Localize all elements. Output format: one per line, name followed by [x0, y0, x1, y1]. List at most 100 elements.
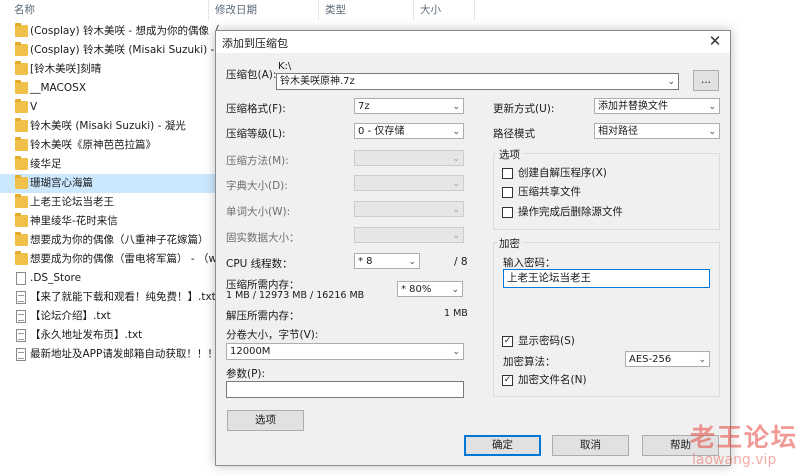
- format-select[interactable]: 7z ⌄: [354, 98, 464, 114]
- dictionary-size-label: 字典大小(D):: [226, 180, 288, 192]
- solid-block-label: 固实数据大小：: [226, 232, 300, 244]
- delete-after-checkbox[interactable]: 操作完成后删除源文件: [502, 206, 623, 220]
- split-size-label: 分卷大小，字节(V):: [226, 329, 319, 341]
- column-size[interactable]: 大小: [420, 0, 441, 20]
- update-mode-select[interactable]: 添加并替换文件 ⌄: [594, 98, 720, 114]
- encrypt-filenames-checkbox[interactable]: ✓ 加密文件名(N): [502, 374, 587, 388]
- column-type[interactable]: 类型: [325, 0, 346, 20]
- chevron-down-icon: ⌄: [452, 127, 460, 137]
- file-list-item[interactable]: V: [0, 98, 240, 117]
- file-name: (Cosplay) 铃木美咲 (Misaki Suzuki) - 想...: [30, 44, 239, 56]
- file-list-item[interactable]: 绫华足: [0, 155, 240, 174]
- column-date-modified[interactable]: 修改日期: [215, 0, 257, 20]
- ok-button[interactable]: 确定: [464, 435, 541, 456]
- dialog-titlebar[interactable]: 添加到压缩包 ✕: [216, 31, 730, 53]
- cancel-button[interactable]: 取消: [552, 435, 629, 456]
- folder-icon: [15, 118, 28, 132]
- column-name[interactable]: 名称: [14, 0, 35, 20]
- parameters-input[interactable]: [226, 381, 464, 398]
- text-file-icon: [16, 348, 26, 361]
- checkbox-box: [502, 207, 513, 218]
- file-list-item[interactable]: 想要成为你的偶像（八重神子花嫁篇）: [0, 231, 240, 250]
- file-list-item[interactable]: 上老王论坛当老王: [0, 193, 240, 212]
- update-mode-label: 更新方式(U):: [493, 103, 555, 115]
- file-list-item[interactable]: __MACOSX: [0, 79, 240, 98]
- column-divider[interactable]: [208, 0, 209, 20]
- dictionary-size-select[interactable]: ⌄: [354, 175, 464, 191]
- split-size-combo[interactable]: 12000M ⌄: [226, 343, 464, 360]
- encryption-method-select[interactable]: AES-256 ⌄: [625, 351, 710, 367]
- archive-name-combo[interactable]: 铃木美咲原神.7z ⌄: [276, 73, 679, 90]
- file-icon: [16, 272, 26, 285]
- chevron-down-icon: ⌄: [452, 154, 460, 164]
- add-to-archive-dialog: 添加到压缩包 ✕ 压缩包(A): K:\ 铃木美咲原神.7z ⌄ ... 压缩格…: [215, 30, 731, 466]
- memory-usage-select[interactable]: * 80% ⌄: [397, 281, 463, 297]
- level-select[interactable]: 0 - 仅存储 ⌄: [354, 123, 464, 139]
- column-divider[interactable]: [474, 0, 475, 20]
- parameters-label: 参数(P):: [226, 368, 266, 380]
- password-label: 输入密码：: [503, 257, 556, 269]
- chevron-down-icon: ⌄: [408, 257, 416, 267]
- archive-name-value: 铃木美咲原神.7z: [280, 76, 355, 87]
- file-list-item[interactable]: 想要成为你的偶像（雷电将军篇） - （w ...: [0, 250, 240, 269]
- cpu-threads-total: / 8: [454, 256, 468, 268]
- chevron-down-icon: ⌄: [452, 347, 460, 357]
- file-list-item[interactable]: 【永久地址发布页】.txt: [0, 326, 240, 345]
- browse-button[interactable]: ...: [693, 70, 719, 91]
- file-list-item[interactable]: 神里绫华-花时来信: [0, 212, 240, 231]
- file-list-item[interactable]: 铃木美咲 (Misaki Suzuki) - 凝光: [0, 117, 240, 136]
- chevron-down-icon: ⌄: [708, 102, 716, 112]
- chevron-down-icon: ⌄: [452, 179, 460, 189]
- cpu-threads-select[interactable]: * 8 ⌄: [354, 253, 420, 269]
- file-list-item[interactable]: [铃木美咲]刻晴: [0, 60, 240, 79]
- file-list-item[interactable]: 【论坛介绍】.txt: [0, 307, 240, 326]
- decompression-memory-value: 1 MB: [444, 308, 468, 319]
- file-list-item[interactable]: .DS_Store: [0, 269, 240, 288]
- decompression-memory-label: 解压所需内存：: [226, 310, 300, 322]
- folder-icon: [15, 23, 28, 37]
- column-divider[interactable]: [318, 0, 319, 20]
- word-size-select[interactable]: ⌄: [354, 201, 464, 217]
- close-icon[interactable]: ✕: [706, 33, 724, 51]
- file-list-item[interactable]: 【来了就能下载和观看！纯免费！】.txt: [0, 288, 240, 307]
- file-list-item[interactable]: 最新地址及APP请发邮箱自动获取！！！...: [0, 345, 240, 364]
- word-size-label: 单词大小(W):: [226, 206, 291, 218]
- folder-icon: [15, 137, 28, 151]
- folder-icon: [15, 213, 28, 227]
- archive-label: 压缩包(A):: [226, 69, 277, 81]
- encryption-group-title: 加密: [497, 236, 522, 251]
- show-password-checkbox[interactable]: ✓ 显示密码(S): [502, 335, 575, 349]
- memory-usage-value: * 80%: [401, 284, 432, 295]
- file-name: 想要成为你的偶像（雷电将军篇） - （w ...: [30, 253, 231, 265]
- file-list: (Cosplay) 铃木美咲 - 想成为你的偶像（... (Cosplay) 铃木…: [0, 22, 240, 364]
- checkmark-icon: ✓: [502, 375, 513, 386]
- file-name: 想要成为你的偶像（八重神子花嫁篇）: [30, 234, 209, 246]
- sfx-checkbox[interactable]: 创建自解压程序(X): [502, 167, 607, 181]
- chevron-down-icon[interactable]: ⌄: [667, 74, 675, 89]
- file-list-item[interactable]: 珊瑚宫心海篇: [0, 174, 240, 193]
- file-list-item[interactable]: 铃木美咲《原神芭芭拉篇》: [0, 136, 240, 155]
- path-mode-select[interactable]: 相对路径 ⌄: [594, 123, 720, 139]
- column-divider[interactable]: [413, 0, 414, 20]
- file-name: 【永久地址发布页】.txt: [30, 329, 143, 341]
- file-name: 【来了就能下载和观看！纯免费！】.txt: [30, 291, 216, 303]
- file-name: 绫华足: [30, 158, 62, 170]
- chevron-down-icon: ⌄: [452, 205, 460, 215]
- file-list-item[interactable]: (Cosplay) 铃木美咲 (Misaki Suzuki) - 想...: [0, 41, 240, 60]
- method-select[interactable]: ⌄: [354, 150, 464, 166]
- file-name: 铃木美咲《原神芭芭拉篇》: [30, 139, 156, 151]
- file-name: 铃木美咲 (Misaki Suzuki) - 凝光: [30, 120, 186, 132]
- shared-files-checkbox[interactable]: 压缩共享文件: [502, 186, 581, 200]
- file-list-item[interactable]: (Cosplay) 铃木美咲 - 想成为你的偶像（...: [0, 22, 240, 41]
- folder-icon: [15, 99, 28, 113]
- password-input[interactable]: 上老王论坛当老王: [503, 269, 710, 288]
- method-label: 压缩方法(M):: [226, 155, 289, 167]
- text-file-icon: [16, 291, 26, 304]
- folder-icon: [15, 80, 28, 94]
- solid-block-select[interactable]: ⌄: [354, 227, 464, 243]
- options-group-title: 选项: [497, 147, 522, 162]
- text-file-icon: [16, 329, 26, 342]
- checkbox-box: [502, 187, 513, 198]
- options-button[interactable]: 选项: [227, 410, 304, 431]
- cpu-threads-label: CPU 线程数：: [226, 258, 293, 270]
